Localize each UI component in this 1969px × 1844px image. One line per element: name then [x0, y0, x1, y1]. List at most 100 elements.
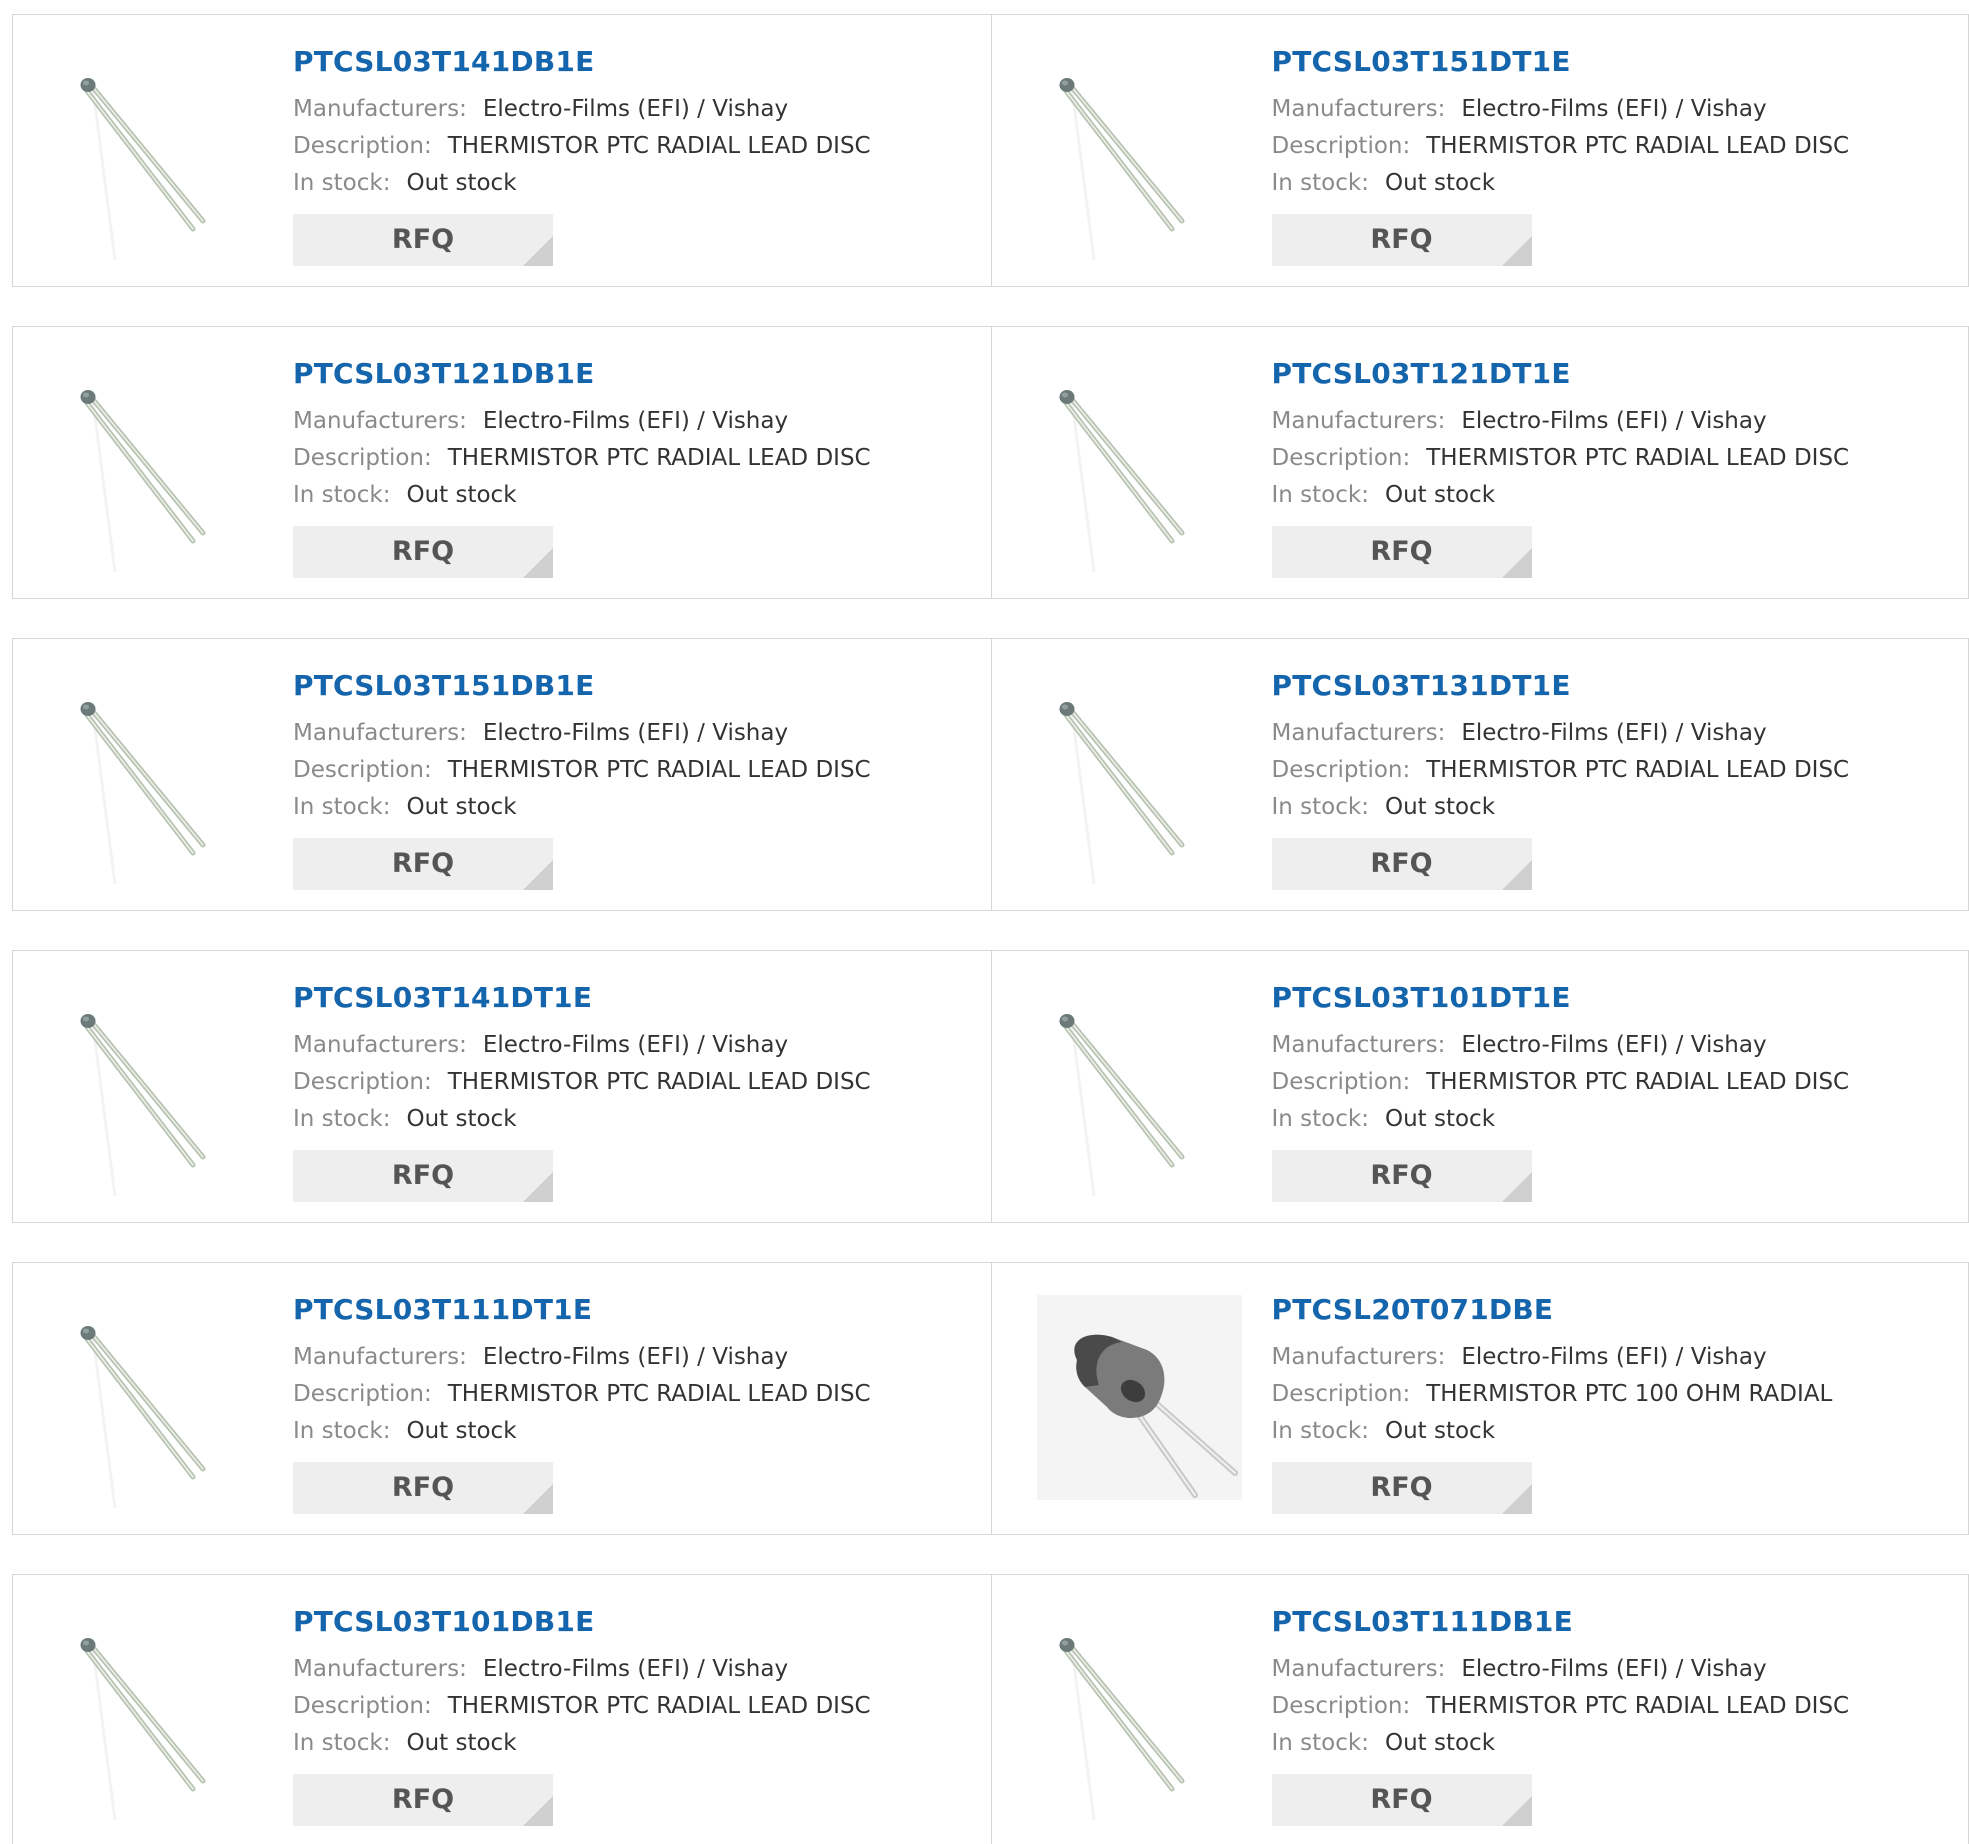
manufacturers-label: Manufacturers: [1271, 1032, 1446, 1058]
radial-disc-thermistor-icon [80, 1638, 206, 1821]
product-card: PTCSL03T101DB1E Manufacturers: Electro-Fi… [13, 1575, 991, 1844]
manufacturer-line: Manufacturers: Electro-Films (EFI) / Vish… [1272, 1651, 1959, 1688]
rfq-label: RFQ [391, 848, 455, 879]
part-number-link[interactable]: PTCSL03T101DT1E [1272, 981, 1959, 1015]
product-info: PTCSL03T111DT1E Manufacturers: Electro-Fi… [293, 1293, 981, 1514]
radial-disc-thermistor-icon [80, 390, 206, 573]
in-stock-label: In stock: [1271, 170, 1369, 196]
in-stock-label: In stock: [1271, 1106, 1369, 1132]
corner-triangle-icon [523, 1172, 553, 1202]
rfq-button[interactable]: RFQ [293, 1462, 553, 1514]
product-info: PTCSL03T111DB1E Manufacturers: Electro-Fi… [1271, 1605, 1959, 1826]
part-number-link[interactable]: PTCSL20T071DBE [1272, 1293, 1959, 1327]
part-number-link[interactable]: PTCSL03T121DT1E [1272, 357, 1959, 391]
radial-disc-thermistor-icon [80, 1014, 206, 1197]
product-info: PTCSL03T121DB1E Manufacturers: Electro-Fi… [293, 357, 981, 578]
description-label: Description: [293, 1693, 432, 1719]
description-label: Description: [293, 445, 432, 471]
coated-disc-thermistor-icon [1036, 1295, 1242, 1500]
description-value: THERMISTOR PTC RADIAL LEAD DISC [447, 1069, 871, 1095]
description-line: Description: THERMISTOR PTC RADIAL LEAD D… [1272, 440, 1959, 477]
stock-value: Out stock [1384, 170, 1496, 196]
rfq-button[interactable]: RFQ [1271, 214, 1532, 266]
in-stock-label: In stock: [1271, 794, 1369, 820]
description-label: Description: [1271, 133, 1411, 159]
product-info: PTCSL20T071DBE Manufacturers: Electro-Fil… [1271, 1293, 1959, 1514]
product-image[interactable] [73, 75, 253, 261]
manufacturer-line: Manufacturers: Electro-Films (EFI) / Vish… [1272, 1339, 1959, 1376]
rfq-label: RFQ [1370, 224, 1433, 255]
in-stock-label: In stock: [1271, 482, 1369, 508]
rfq-button[interactable]: RFQ [1271, 1150, 1532, 1202]
in-stock-label: In stock: [293, 482, 391, 508]
description-line: Description: THERMISTOR PTC 100 OHM RADIA… [1272, 1376, 1959, 1413]
stock-value: Out stock [406, 170, 517, 196]
product-image[interactable] [1052, 75, 1232, 261]
in-stock-label: In stock: [1271, 1418, 1369, 1444]
part-number-link[interactable]: PTCSL03T121DB1E [293, 357, 981, 391]
stock-line: In stock: Out stock [293, 1413, 981, 1450]
manufacturer-value: Electro-Films (EFI) / Vishay [1461, 1656, 1767, 1682]
rfq-button[interactable]: RFQ [293, 1774, 553, 1826]
rfq-button[interactable]: RFQ [293, 838, 553, 890]
manufacturer-line: Manufacturers: Electro-Films (EFI) / Vish… [293, 715, 981, 752]
manufacturer-line: Manufacturers: Electro-Films (EFI) / Vish… [1272, 403, 1959, 440]
rfq-label: RFQ [391, 1784, 455, 1815]
rfq-button[interactable]: RFQ [1271, 1774, 1532, 1826]
manufacturer-value: Electro-Films (EFI) / Vishay [482, 1656, 789, 1682]
stock-line: In stock: Out stock [293, 789, 981, 826]
corner-triangle-icon [1501, 1172, 1532, 1202]
stock-line: In stock: Out stock [1272, 477, 1959, 514]
corner-triangle-icon [523, 860, 553, 890]
in-stock-label: In stock: [293, 794, 391, 820]
part-number-link[interactable]: PTCSL03T101DB1E [293, 1605, 981, 1639]
rfq-button[interactable]: RFQ [293, 1150, 553, 1202]
product-image[interactable] [1052, 1011, 1232, 1197]
description-label: Description: [1271, 757, 1411, 783]
product-image[interactable] [73, 1635, 253, 1821]
description-line: Description: THERMISTOR PTC RADIAL LEAD D… [293, 128, 981, 165]
rfq-label: RFQ [391, 1472, 455, 1503]
product-image[interactable] [73, 387, 253, 573]
rfq-button[interactable]: RFQ [293, 526, 553, 578]
product-image[interactable] [1052, 1635, 1232, 1821]
rfq-button[interactable]: RFQ [1271, 526, 1532, 578]
product-grid: PTCSL03T141DB1E Manufacturers: Electro-Fi… [12, 14, 1969, 1844]
product-image[interactable] [1036, 1295, 1242, 1500]
product-image[interactable] [1052, 699, 1232, 885]
manufacturer-line: Manufacturers: Electro-Films (EFI) / Vish… [293, 1651, 981, 1688]
part-number-link[interactable]: PTCSL03T111DT1E [293, 1293, 981, 1327]
description-value: THERMISTOR PTC RADIAL LEAD DISC [447, 1381, 871, 1407]
part-number-link[interactable]: PTCSL03T141DB1E [293, 45, 981, 79]
part-number-link[interactable]: PTCSL03T141DT1E [293, 981, 981, 1015]
product-info: PTCSL03T151DT1E Manufacturers: Electro-Fi… [1271, 45, 1959, 266]
rfq-button[interactable]: RFQ [293, 214, 553, 266]
description-value: THERMISTOR PTC RADIAL LEAD DISC [447, 757, 871, 783]
part-number-link[interactable]: PTCSL03T111DB1E [1272, 1605, 1959, 1639]
manufacturers-label: Manufacturers: [1271, 1656, 1446, 1682]
part-number-link[interactable]: PTCSL03T131DT1E [1272, 669, 1959, 703]
part-number-link[interactable]: PTCSL03T151DB1E [293, 669, 981, 703]
stock-line: In stock: Out stock [1272, 1413, 1959, 1450]
product-image[interactable] [1052, 387, 1232, 573]
radial-disc-thermistor-icon [80, 78, 206, 261]
product-row: PTCSL03T141DT1E Manufacturers: Electro-Fi… [12, 950, 1969, 1223]
rfq-button[interactable]: RFQ [1271, 1462, 1532, 1514]
product-card: PTCSL03T121DB1E Manufacturers: Electro-Fi… [13, 327, 991, 598]
stock-value: Out stock [1384, 1106, 1496, 1132]
rfq-label: RFQ [1370, 848, 1433, 879]
manufacturer-value: Electro-Films (EFI) / Vishay [482, 720, 789, 746]
stock-value: Out stock [406, 1106, 517, 1132]
part-number-link[interactable]: PTCSL03T151DT1E [1272, 45, 1959, 79]
product-image[interactable] [73, 1011, 253, 1197]
description-value: THERMISTOR PTC 100 OHM RADIAL [1426, 1381, 1833, 1407]
rfq-button[interactable]: RFQ [1271, 838, 1532, 890]
product-card: PTCSL20T071DBE Manufacturers: Electro-Fil… [990, 1263, 1969, 1534]
rfq-label: RFQ [1370, 1160, 1433, 1191]
stock-line: In stock: Out stock [293, 1725, 981, 1762]
product-image[interactable] [73, 1323, 253, 1509]
manufacturer-value: Electro-Films (EFI) / Vishay [482, 96, 789, 122]
manufacturer-value: Electro-Films (EFI) / Vishay [1461, 1344, 1767, 1370]
description-label: Description: [1271, 1069, 1411, 1095]
product-image[interactable] [73, 699, 253, 885]
